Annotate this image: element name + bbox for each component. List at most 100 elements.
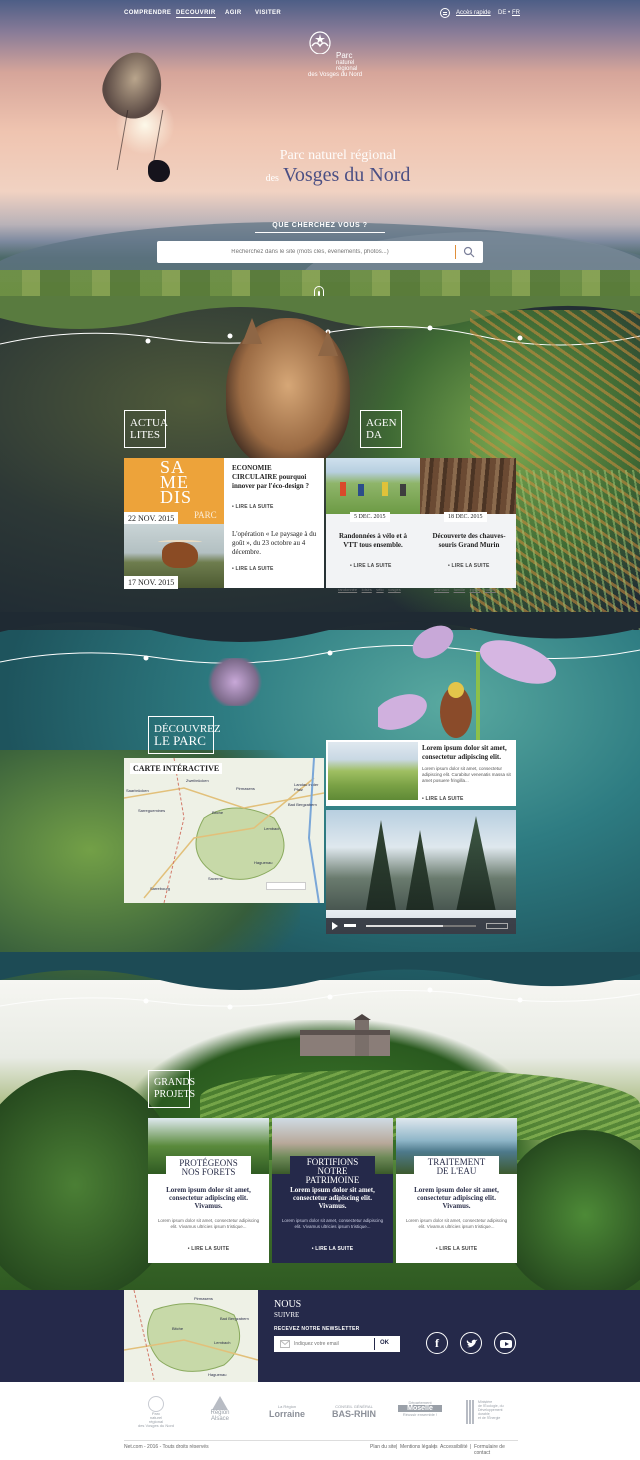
- agenda-image-bats: [420, 458, 516, 514]
- read-more-link[interactable]: • LIRE LA SUITE: [232, 504, 274, 510]
- play-icon[interactable]: [332, 922, 338, 930]
- video-player[interactable]: [326, 810, 516, 934]
- tag[interactable]: loisirs: [362, 587, 372, 592]
- footer-map-graphic: [124, 1290, 258, 1381]
- map-title: CARTE INTÉRACTIVE: [130, 763, 223, 774]
- footer-link-sitemap[interactable]: Plan du site: [370, 1444, 396, 1450]
- partner-logo-moselle[interactable]: Département Moselle Réussir ensemble !: [398, 1400, 442, 1417]
- read-more-link[interactable]: • LIRE LA SUITE: [422, 796, 464, 802]
- read-more-link[interactable]: • LIRE LA SUITE: [404, 1246, 509, 1252]
- interactive-map[interactable]: CARTE INTÉRACTIVE Saarbrücken Zweibrücke…: [124, 758, 324, 903]
- map-place: Haguenau: [208, 1372, 227, 1377]
- orchid-blur: [206, 658, 264, 706]
- read-more-link[interactable]: • LIRE LA SUITE: [232, 566, 274, 572]
- lang-de[interactable]: DE: [498, 10, 506, 16]
- search-input[interactable]: [165, 245, 455, 259]
- project-card[interactable]: TRAITEMENT DE L'EAU Lorem ipsum dolor sit…: [396, 1118, 517, 1263]
- map-place: Bad Bergzabern: [288, 802, 317, 807]
- lynx-ear: [242, 318, 262, 344]
- park-logo-icon[interactable]: [308, 30, 332, 54]
- search-divider: [455, 245, 456, 259]
- tag[interactable]: nature: [485, 587, 496, 592]
- menu-icon[interactable]: [440, 8, 450, 18]
- map-place: Bitche: [172, 1326, 184, 1331]
- news-title[interactable]: L'opération « Le paysage à du goût », du…: [232, 530, 318, 557]
- read-more-link[interactable]: • LIRE LA SUITE: [156, 1246, 261, 1252]
- tag[interactable]: randonnée: [338, 587, 357, 592]
- agenda-date: 18 DEC. 2015: [444, 512, 487, 522]
- lang-fr[interactable]: FR: [512, 10, 520, 16]
- tag[interactable]: vosges: [388, 587, 401, 592]
- tag[interactable]: animaux: [434, 587, 449, 592]
- footer-separator: |: [396, 1444, 398, 1450]
- lang-separator: •: [508, 10, 511, 16]
- map-place: Sarreguemines: [138, 808, 166, 813]
- project-body: Lorem ipsum dolor sit amet, consectetur …: [281, 1218, 384, 1229]
- star-icon: [212, 1396, 228, 1410]
- projects-label: GRANDS PROJETS: [148, 1070, 195, 1108]
- map-place: Pirmasens: [194, 1296, 213, 1301]
- news-date: 17 NOV. 2015: [124, 576, 179, 589]
- footer-link-contact[interactable]: Formulaire de contact: [474, 1444, 518, 1456]
- newsletter-submit-button[interactable]: OK: [380, 1340, 389, 1346]
- agenda-image-cyclists: [326, 458, 420, 514]
- read-more-link[interactable]: • LIRE LA SUITE: [448, 563, 490, 569]
- facebook-icon[interactable]: f: [426, 1332, 448, 1354]
- news-title[interactable]: ECONOMIE CIRCULAIRE pourquoi innover par…: [232, 464, 318, 491]
- project-heading: Lorem ipsum dolor sit amet, consectetur …: [290, 1186, 375, 1210]
- footer-separator: |: [434, 1444, 436, 1450]
- project-body: Lorem ipsum dolor sit amet, consectetur …: [157, 1218, 260, 1229]
- video-progress[interactable]: [366, 925, 476, 927]
- agenda-title[interactable]: Randonnées à vélo et à VTT tous ensemble…: [332, 532, 414, 550]
- hero-title: Parc naturel régional des Vosges du Nord: [265, 148, 411, 186]
- search-icon[interactable]: [463, 246, 475, 258]
- partner-logo-alsace[interactable]: Région Alsace: [200, 1396, 240, 1422]
- nav-item-decouvrir[interactable]: DECOUVRIR: [176, 10, 216, 18]
- map-place: Haguenau: [254, 860, 273, 865]
- partner-logo-bas-rhin[interactable]: CONSEIL GÉNÉRAL BAS-RHIN: [324, 1404, 384, 1419]
- quick-access-link[interactable]: Accès rapide: [456, 10, 491, 16]
- tag-list: animaux famille église nature: [434, 578, 514, 596]
- agenda-title[interactable]: Découverte des chauves-souris Grand Muri…: [428, 532, 510, 550]
- wave-divider: [0, 952, 640, 1010]
- footer-map[interactable]: Pirmasens Bad Bergzabern Bitche Lembach …: [124, 1290, 258, 1382]
- twitter-icon[interactable]: [460, 1332, 482, 1354]
- map-place: Bad Bergzabern: [220, 1316, 249, 1321]
- paraglider-pilot: [148, 160, 170, 182]
- tag[interactable]: famille: [454, 587, 466, 592]
- project-card[interactable]: PROTÉGEONS NOS FORETS Lorem ipsum dolor s…: [148, 1118, 269, 1263]
- tag-list: randonnée loisirs vélo vosges: [338, 578, 418, 596]
- nav-item-visiter[interactable]: VISITER: [255, 10, 281, 16]
- youtube-icon[interactable]: [494, 1332, 516, 1354]
- project-card[interactable]: FORTIFIONS NOTRE PATRIMOINE Lorem ipsum d…: [272, 1118, 393, 1263]
- lynx-ear: [318, 330, 338, 356]
- tag[interactable]: vélo: [376, 587, 383, 592]
- map-place: Saarbrücken: [126, 788, 149, 793]
- ministry-flag-icon: [466, 1400, 474, 1424]
- mail-icon: [280, 1340, 290, 1348]
- read-more-link[interactable]: • LIRE LA SUITE: [280, 1246, 385, 1252]
- partner-logo-pnr[interactable]: Parc naturel régional des Vosges du Nord: [136, 1396, 176, 1428]
- email-input[interactable]: [294, 1339, 372, 1349]
- partner-logo-ministere[interactable]: Ministère de l'Écologie, du Développemen…: [466, 1400, 522, 1424]
- map-controls[interactable]: [266, 882, 306, 890]
- nav-item-comprendre[interactable]: COMPRENDRE: [124, 10, 171, 16]
- actualites-label: ACTUA LITES: [124, 410, 168, 448]
- fullscreen-icon[interactable]: [486, 923, 508, 929]
- article-title[interactable]: Lorem ipsum dolor sit amet, consectetur …: [422, 744, 514, 762]
- read-more-link[interactable]: • LIRE LA SUITE: [350, 563, 392, 569]
- volume-icon[interactable]: [344, 924, 356, 927]
- footer-link-accessibility[interactable]: Accessibilité: [440, 1444, 468, 1450]
- discover-label: DÉCOUVREZ LE PARC: [148, 716, 221, 754]
- video-controls: [326, 918, 516, 934]
- newsletter-label: RECEVEZ NOTRE NEWSLETTER: [274, 1326, 360, 1332]
- footer-separator: |: [470, 1444, 472, 1450]
- footer-bottom-bar: Net.com - 2016 - Touts droits réservés P…: [124, 1440, 518, 1456]
- partner-logo-lorraine[interactable]: La Région Lorraine: [258, 1404, 316, 1419]
- tag[interactable]: église: [470, 587, 480, 592]
- orchid-flower: [378, 625, 557, 752]
- nav-item-agir[interactable]: AGIR: [225, 10, 242, 16]
- map-place: Zweibrücken: [186, 778, 209, 783]
- footer-link-legal[interactable]: Mentions légales: [400, 1444, 438, 1450]
- project-heading: Lorem ipsum dolor sit amet, consectetur …: [414, 1186, 499, 1210]
